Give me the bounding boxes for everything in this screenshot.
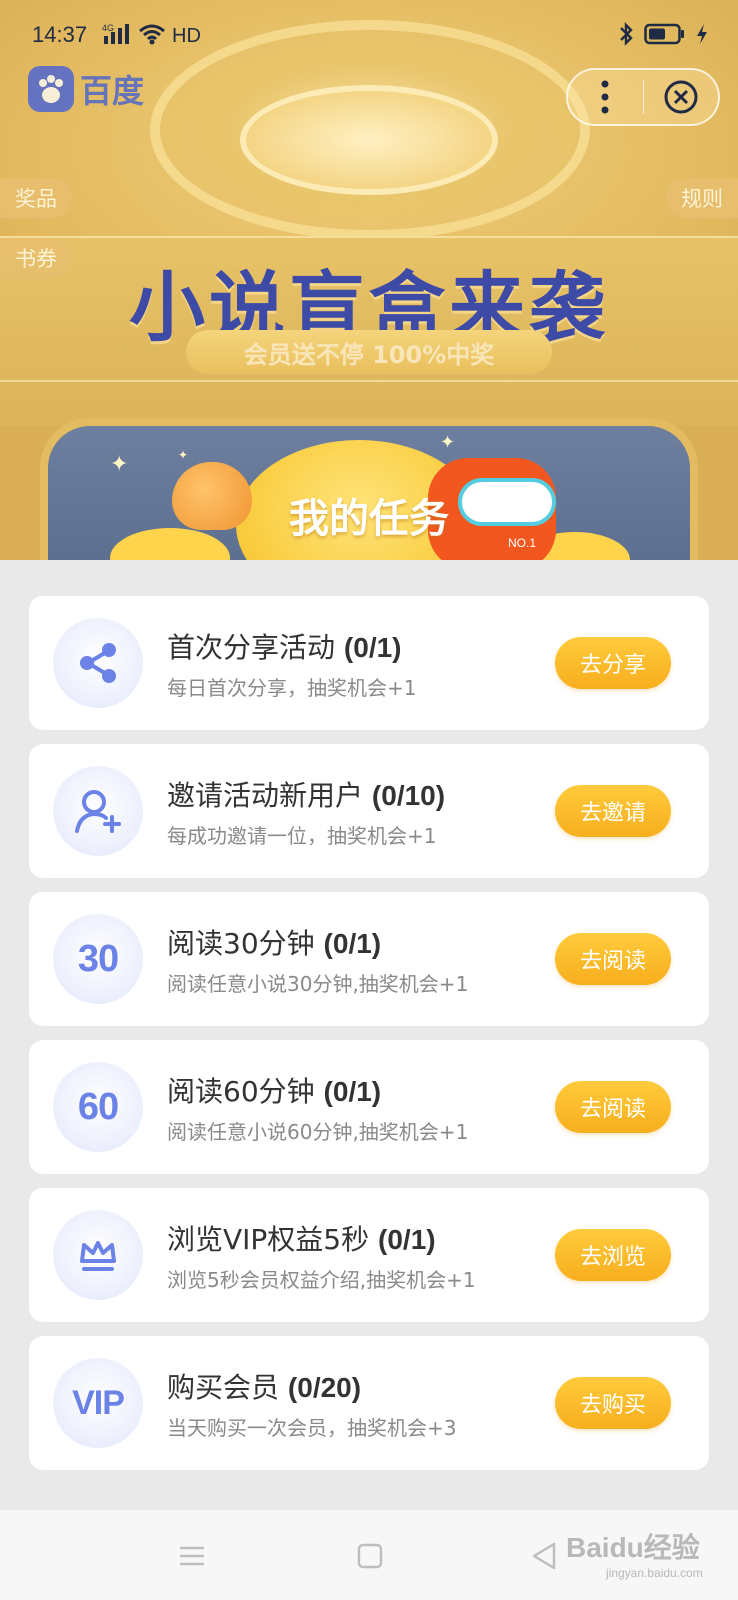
prizes-tab[interactable]: 奖品 — [0, 178, 72, 218]
task-title-text: 首次分享活动 — [167, 631, 336, 664]
task-progress: (0/1) — [323, 1076, 382, 1107]
status-right-icons — [618, 22, 708, 50]
read-30-button[interactable]: 去阅读 — [555, 933, 671, 985]
wifi-icon — [138, 23, 166, 49]
home-square-icon — [357, 1543, 383, 1569]
sparkle-icon: ✦ — [440, 432, 456, 453]
rules-tab[interactable]: 规则 — [666, 178, 738, 218]
baidu-logo: 百度 — [28, 66, 144, 112]
task-title: 邀请活动新用户 (0/10) — [167, 774, 445, 814]
close-icon — [664, 80, 698, 114]
network-type: 4G — [102, 23, 114, 33]
status-bar: 14:37 4G HD — [0, 0, 738, 72]
task-title-text: 浏览VIP权益5秒 — [167, 1223, 370, 1256]
baidu-jingyan-watermark: Baidu经验 — [566, 1532, 700, 1563]
battery-icon — [644, 23, 686, 49]
hero-lamp-decoration — [240, 85, 498, 195]
read-60-button[interactable]: 去阅读 — [555, 1081, 671, 1133]
crown-icon — [53, 1210, 143, 1300]
task-progress: (0/1) — [378, 1224, 436, 1255]
task-card-invite: 邀请活动新用户 (0/10) 每成功邀请一位，抽奖机会+1 去邀请 — [29, 744, 709, 878]
task-progress: (0/10) — [371, 780, 446, 811]
task-title: 购买会员 (0/20) — [167, 1366, 361, 1406]
vip-icon-text: VIP — [72, 1383, 125, 1422]
back-button[interactable] — [524, 1536, 564, 1576]
home-button[interactable] — [350, 1536, 390, 1576]
60-minutes-icon: 60 — [53, 1062, 143, 1152]
status-time: 14:37 — [32, 22, 88, 47]
task-title: 浏览VIP权益5秒 (0/1) — [167, 1218, 436, 1258]
app-name: 百度 — [80, 72, 145, 110]
task-title: 首次分享活动 (0/1) — [167, 626, 402, 666]
charging-icon — [696, 23, 708, 49]
task-description: 每日首次分享，抽奖机会+1 — [167, 676, 417, 700]
share-icon — [53, 618, 143, 708]
30-minutes-icon-text: 30 — [77, 937, 119, 980]
hero-subtitle-text: 会员送不停 100%中奖 — [243, 340, 495, 369]
task-description: 阅读任意小说60分钟,抽奖机会+1 — [167, 1120, 469, 1144]
watermark-url: jingyan.baidu.com — [606, 1566, 703, 1580]
task-description: 每成功邀请一位，抽奖机会+1 — [167, 824, 437, 848]
task-card-read-30: 30 阅读30分钟 (0/1) 阅读任意小说30分钟,抽奖机会+1 去阅读 — [29, 892, 709, 1026]
back-triangle-icon — [532, 1542, 556, 1570]
task-title-text: 邀请活动新用户 — [167, 779, 364, 812]
task-progress: (0/20) — [287, 1372, 362, 1403]
shelf-line — [0, 236, 738, 238]
shelf-line — [0, 380, 738, 382]
paw-icon — [28, 66, 74, 112]
cellular-signal-icon: 4G — [102, 22, 132, 50]
task-progress: (0/1) — [323, 928, 382, 959]
task-list-sheet: 首次分享活动 (0/1) 每日首次分享，抽奖机会+1 去分享 邀请活动新用户 (… — [0, 560, 738, 1510]
hero-subtitle: 会员送不停 100%中奖 — [186, 330, 552, 374]
task-title-text: 阅读60分钟 — [167, 1075, 315, 1108]
bluetooth-icon — [618, 22, 634, 50]
task-title-text: 购买会员 — [167, 1371, 280, 1404]
hd-label: HD — [172, 24, 201, 47]
more-dots-icon — [601, 80, 609, 114]
60-minutes-icon-text: 60 — [77, 1085, 119, 1128]
browse-button[interactable]: 去浏览 — [555, 1229, 671, 1281]
close-button[interactable] — [644, 70, 719, 124]
task-description: 阅读任意小说30分钟,抽奖机会+1 — [167, 972, 469, 996]
sparkle-icon: ✦ — [110, 452, 129, 477]
task-description: 当天购买一次会员，抽奖机会+3 — [167, 1416, 457, 1440]
vip-icon: VIP — [53, 1358, 143, 1448]
invite-user-icon — [53, 766, 143, 856]
task-card-read-60: 60 阅读60分钟 (0/1) 阅读任意小说60分钟,抽奖机会+1 去阅读 — [29, 1040, 709, 1174]
mini-program-capsule — [566, 68, 720, 126]
hero-banner: 14:37 4G HD 百度 奖品 书券 规则 小说盲盒来袭 会员送不停 100… — [0, 0, 738, 560]
sparkle-icon: ✦ — [178, 448, 189, 462]
menu-icon — [180, 1546, 204, 1566]
task-title: 阅读60分钟 (0/1) — [167, 1070, 381, 1110]
30-minutes-icon: 30 — [53, 914, 143, 1004]
my-tasks-heading: 我的任务 — [289, 496, 449, 542]
network-indicators: 4G HD — [102, 22, 201, 50]
task-title: 阅读30分钟 (0/1) — [167, 922, 381, 962]
task-card-buy-membership: VIP 购买会员 (0/20) 当天购买一次会员，抽奖机会+3 去购买 — [29, 1336, 709, 1470]
invite-button[interactable]: 去邀请 — [555, 785, 671, 837]
buy-button[interactable]: 去购买 — [555, 1377, 671, 1429]
task-card-share: 首次分享活动 (0/1) 每日首次分享，抽奖机会+1 去分享 — [29, 596, 709, 730]
share-button[interactable]: 去分享 — [555, 637, 671, 689]
task-card-browse-vip: 浏览VIP权益5秒 (0/1) 浏览5秒会员权益介绍,抽奖机会+1 去浏览 — [29, 1188, 709, 1322]
task-description: 浏览5秒会员权益介绍,抽奖机会+1 — [167, 1268, 476, 1292]
more-button[interactable] — [568, 70, 643, 124]
task-progress: (0/1) — [343, 632, 402, 663]
menu-button[interactable] — [172, 1536, 212, 1576]
task-title-text: 阅读30分钟 — [167, 927, 315, 960]
